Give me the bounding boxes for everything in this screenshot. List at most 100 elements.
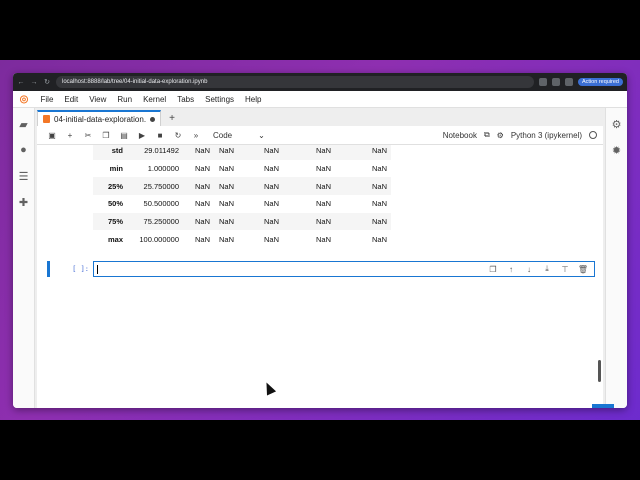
table-cell: NaN: [315, 164, 331, 174]
url-text: localhost:8888/lab/tree/04-initial-data-…: [62, 79, 208, 85]
letterbox-top: [0, 0, 640, 60]
gear-icon[interactable]: ⚙: [497, 131, 504, 140]
table-cell: NaN: [194, 146, 210, 156]
extension-icon[interactable]: [565, 78, 573, 86]
menu-edit[interactable]: Edit: [59, 95, 84, 104]
table-cell: NaN: [194, 199, 210, 209]
stop-icon[interactable]: ■: [151, 127, 169, 143]
table-cell: NaN: [371, 181, 387, 191]
reload-icon[interactable]: ↻: [43, 78, 51, 86]
extension-icon[interactable]: [552, 78, 560, 86]
table-cell: NaN: [315, 199, 331, 209]
table-cell: NaN: [371, 146, 387, 156]
kernel-name[interactable]: Python 3 (ipykernel): [511, 131, 582, 140]
table-row: min 1.000000 NaN NaN NaN NaN NaN: [93, 160, 391, 178]
notebook-icon: [43, 115, 50, 123]
save-icon[interactable]: ▣: [43, 127, 61, 143]
unsaved-dot-icon[interactable]: [150, 116, 156, 122]
restart-icon[interactable]: ↻: [169, 127, 187, 143]
menu-kernel[interactable]: Kernel: [138, 95, 172, 104]
table-cell: 100.000000: [139, 234, 179, 244]
insert-below-icon[interactable]: ⊤: [558, 263, 572, 275]
move-up-icon[interactable]: ↑: [504, 263, 518, 275]
scrollbar[interactable]: [598, 360, 601, 382]
menu-tabs[interactable]: Tabs: [172, 95, 200, 104]
notebook-toolbar: ▣ + ✂ ❐ ▤ ▶ ■ ↻ » Code ⌄ Notebook ⧉ ⚙ Py…: [37, 126, 603, 145]
notebook-panel: ▣ + ✂ ❐ ▤ ▶ ■ ↻ » Code ⌄ Notebook ⧉ ⚙ Py…: [37, 126, 603, 408]
notebook-content: std 29.011492 NaN NaN NaN NaN NaN min 1.000000 Na…: [37, 145, 603, 408]
table-row: 75% 75.250000 NaN NaN NaN NaN NaN: [93, 212, 391, 231]
table-cell: NaN: [371, 164, 387, 174]
cell-type-select[interactable]: Code ⌄: [213, 131, 265, 140]
table-cell: NaN: [194, 181, 210, 191]
text-caret: [97, 264, 98, 274]
letterbox-bottom: [0, 420, 640, 480]
new-tab-button[interactable]: +: [165, 111, 179, 125]
menu-settings[interactable]: Settings: [200, 95, 240, 104]
table-cell: NaN: [218, 234, 234, 244]
table-cell: NaN: [263, 217, 279, 227]
row-label: max: [107, 234, 123, 244]
cell-toolbar: ❐ ↑ ↓ ⤓ ⊤ 🗑: [486, 263, 590, 275]
table-cell: NaN: [263, 164, 279, 174]
table-cell: 1.000000: [147, 164, 179, 174]
code-cell[interactable]: [ ]: ❐ ↑ ↓ ⤓ ⊤ 🗑: [47, 261, 595, 277]
menu-help[interactable]: Help: [240, 95, 267, 104]
table-cell: NaN: [218, 199, 234, 209]
external-link-icon[interactable]: ⧉: [484, 130, 490, 140]
table-row: 50% 50.500000 NaN NaN NaN NaN NaN: [93, 195, 391, 213]
table-cell: NaN: [371, 217, 387, 227]
paste-icon[interactable]: ▤: [115, 127, 133, 143]
action-required-button[interactable]: Action required: [578, 78, 623, 86]
toolbar-right: Notebook ⧉ ⚙ Python 3 (ipykernel): [443, 130, 597, 140]
address-bar[interactable]: localhost:8888/lab/tree/04-initial-data-…: [56, 76, 534, 88]
right-sidebar: ⚙ ✹: [605, 108, 627, 408]
left-sidebar: ▰ ● ☰ ✚: [13, 108, 35, 408]
table-row: 25% 25.750000 NaN NaN NaN NaN NaN: [93, 177, 391, 196]
insert-cell-icon[interactable]: +: [61, 127, 79, 143]
fast-forward-icon[interactable]: »: [187, 127, 205, 143]
code-editor[interactable]: ❐ ↑ ↓ ⤓ ⊤ 🗑: [93, 261, 595, 277]
delete-cell-icon[interactable]: 🗑: [576, 263, 590, 275]
insert-above-icon[interactable]: ⤓: [540, 263, 554, 275]
menu-file[interactable]: File: [35, 95, 59, 104]
duplicate-cell-icon[interactable]: ❐: [486, 263, 500, 275]
table-cell: NaN: [263, 146, 279, 156]
row-label: std: [111, 146, 123, 156]
debugger-icon[interactable]: ✹: [611, 144, 623, 157]
row-label: 75%: [107, 217, 123, 227]
extension-puzzle-icon[interactable]: ✚: [18, 196, 30, 209]
row-label: 25%: [107, 181, 123, 191]
property-inspector-icon[interactable]: ⚙: [611, 118, 623, 131]
table-cell: NaN: [263, 199, 279, 209]
copy-icon[interactable]: ❐: [97, 127, 115, 143]
back-icon[interactable]: ←: [17, 79, 25, 86]
jupyter-logo-icon: ◎: [19, 93, 29, 105]
table-cell: NaN: [371, 199, 387, 209]
notebook-label[interactable]: Notebook: [443, 131, 477, 140]
move-down-icon[interactable]: ↓: [522, 263, 536, 275]
tab-notebook[interactable]: 04-initial-data-exploration.: [37, 110, 162, 126]
menu-view[interactable]: View: [84, 95, 112, 104]
row-label: 50%: [107, 199, 123, 209]
folder-icon[interactable]: ▰: [18, 118, 30, 131]
cell-type-label: Code: [213, 130, 233, 140]
status-indicator: [592, 404, 614, 408]
forward-icon[interactable]: →: [30, 79, 38, 86]
table-cell: NaN: [194, 234, 210, 244]
run-icon[interactable]: ▶: [133, 127, 151, 143]
describe-table: std 29.011492 NaN NaN NaN NaN NaN min 1.000000 Na…: [93, 145, 391, 248]
table-cell: 50.500000: [143, 199, 179, 209]
extension-icon[interactable]: [539, 78, 547, 86]
running-icon[interactable]: ●: [18, 144, 30, 156]
table-cell: NaN: [218, 146, 234, 156]
table-cell: 75.250000: [143, 217, 179, 227]
table-cell: NaN: [263, 234, 279, 244]
toc-icon[interactable]: ☰: [18, 170, 30, 183]
table-cell: NaN: [315, 146, 331, 156]
table-cell: NaN: [218, 164, 234, 174]
cut-icon[interactable]: ✂: [79, 127, 97, 143]
browser-chrome: ← → ↻ localhost:8888/lab/tree/04-initial…: [13, 73, 627, 91]
table-cell: NaN: [218, 217, 234, 227]
menu-run[interactable]: Run: [112, 95, 138, 104]
